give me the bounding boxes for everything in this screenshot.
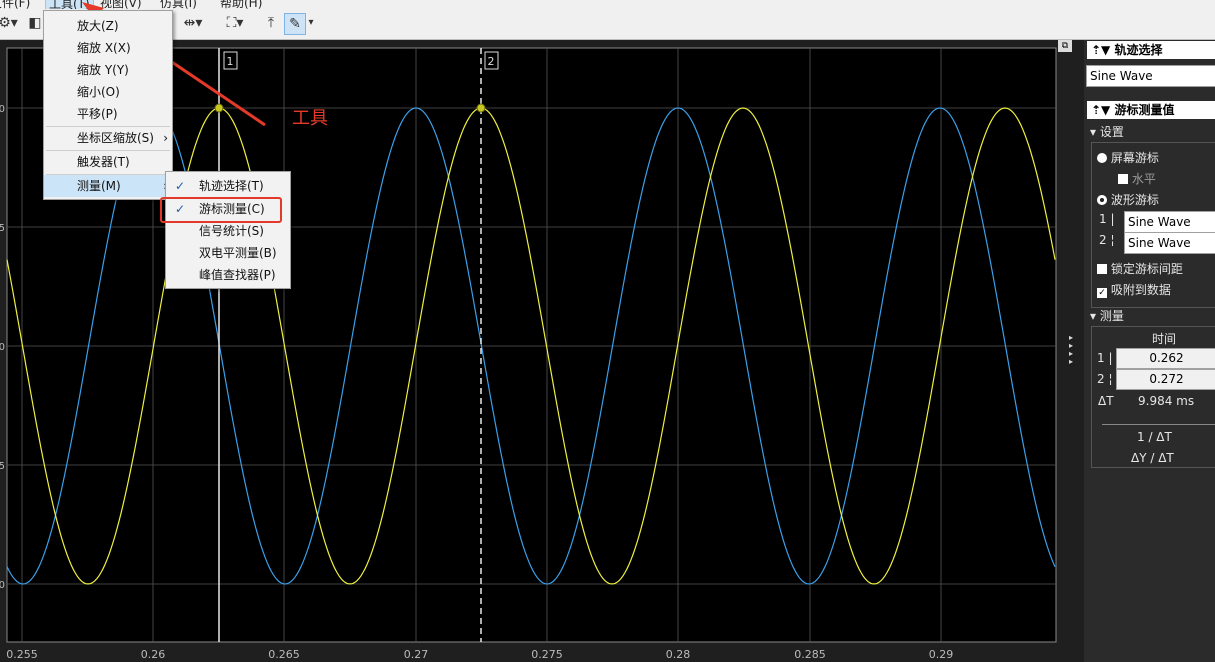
x-tick-label: 0.27 [404, 648, 429, 661]
check-icon: ✓ [175, 179, 186, 193]
x-tick-label: 0.275 [531, 648, 563, 661]
trace-select-field[interactable]: Sine Wave [1086, 65, 1215, 87]
menu-item-axes-scaling[interactable]: 坐标区缩放(S) › [44, 127, 172, 149]
menu-item-zoom-out[interactable]: 缩小(O) [44, 81, 172, 103]
t1-value: 0.262 [1116, 348, 1215, 369]
annotation-label: 工具 [292, 108, 328, 129]
x-tick-label: 0.28 [666, 648, 691, 661]
x-tick-label: 0.265 [268, 648, 300, 661]
menu-item-trace-selection[interactable]: ✓ 轨迹选择(T) [166, 175, 290, 197]
x-tick-label: 0.26 [141, 648, 166, 661]
screen-cursor-radio[interactable]: 屏幕游标 [1097, 149, 1159, 166]
cursor-2-tag-label: 2 ¦ [1099, 233, 1115, 247]
time-header: 时间 [1152, 332, 1177, 346]
x-tick-labels: 0.255 0.26 0.265 0.27 0.275 0.28 0.285 0.29 [6, 648, 953, 661]
check-icon: ✓ [1097, 288, 1107, 298]
cursor-measurements-header[interactable]: ⇡▼ 游标测量值 [1087, 101, 1215, 119]
collapse-icon: ⇡▼ [1091, 103, 1111, 117]
waveform-cursor-radio[interactable]: 波形游标 [1097, 191, 1159, 208]
menu-item-trigger[interactable]: 触发器(T) [44, 151, 172, 173]
divider [1102, 424, 1215, 425]
undock-icon[interactable]: ⧉ [1058, 40, 1072, 52]
menu-item-peak-finder[interactable]: 峰值查找器(P) [166, 264, 290, 286]
t2-value: 0.272 [1116, 369, 1215, 390]
cursor-1-signal-select[interactable]: Sine Wave [1124, 211, 1215, 233]
y-tick-label: 5 [0, 461, 5, 472]
menu-item-signal-statistics[interactable]: 信号统计(S) [166, 220, 290, 242]
lock-spacing-checkbox[interactable]: 锁定游标间距 [1097, 260, 1183, 277]
delta-t-label: ΔT [1098, 394, 1114, 408]
trace-selection-title: 轨迹选择 [1114, 43, 1163, 57]
delta-t-value: 9.984 ms [1138, 394, 1195, 408]
measure-submenu: ✓ 轨迹选择(T) ✓ 游标测量(C) 信号统计(S) 双电平测量(B) 峰值查找器… [165, 171, 291, 289]
y-tick-label: 5 [0, 223, 5, 234]
measurements-section[interactable]: ▾ 测量 [1090, 307, 1124, 324]
cursor-measurements-title: 游标测量值 [1114, 103, 1175, 117]
settings-section[interactable]: ▾ 设置 [1090, 123, 1124, 140]
collapse-icon: ⇡▼ [1091, 43, 1111, 57]
collapse-panel-icon[interactable]: ▸ ▸ ▸ ▸ [1069, 334, 1073, 366]
menu-item-measure[interactable]: 测量(M)› [44, 175, 172, 197]
t1-label: 1 | [1097, 351, 1113, 365]
menu-item-zoom-in[interactable]: 放大(Z) [44, 15, 172, 37]
snap-to-data-checkbox[interactable]: ✓ 吸附到数据 [1097, 281, 1171, 298]
tools-menu: 放大(Z) 缩放 X(X) 缩放 Y(Y) 缩小(O) 平移(P) 坐标区缩放(… [43, 10, 173, 200]
chevron-right-icon: › [163, 131, 168, 145]
cursor-2-signal-select[interactable]: Sine Wave [1124, 232, 1215, 254]
y-tick-labels: .05.05.0 [0, 104, 5, 591]
cursor-2-label: 2 [488, 55, 495, 68]
menu-item-zoom-y[interactable]: 缩放 Y(Y) [44, 59, 172, 81]
x-tick-label: 0.255 [6, 648, 38, 661]
dy-dt-label: ΔY / ΔT [1131, 451, 1174, 465]
y-tick-label: .0 [0, 342, 5, 353]
cursor-1-tag-label: 1 | [1099, 212, 1115, 226]
measurements-panel: ⇡▼ 轨迹选择 Sine Wave ⇡▼ 游标测量值 ▾ 设置 屏幕游标 水平 … [1084, 40, 1215, 662]
menu-item-zoom-x[interactable]: 缩放 X(X) [44, 37, 172, 59]
t2-label: 2 ¦ [1097, 372, 1113, 386]
y-tick-label: .0 [0, 580, 5, 591]
horizontal-checkbox[interactable]: 水平 [1118, 170, 1156, 187]
highlight-box [160, 197, 282, 223]
inverse-delta-t-label: 1 / ΔT [1137, 430, 1172, 444]
menu-item-bilevel-measurements[interactable]: 双电平测量(B) [166, 242, 290, 264]
cursor-2-marker [476, 103, 486, 113]
menu-item-pan[interactable]: 平移(P) [44, 103, 172, 125]
trace-selection-header[interactable]: ⇡▼ 轨迹选择 [1087, 41, 1215, 59]
x-tick-label: 0.285 [794, 648, 826, 661]
x-tick-label: 0.29 [929, 648, 954, 661]
